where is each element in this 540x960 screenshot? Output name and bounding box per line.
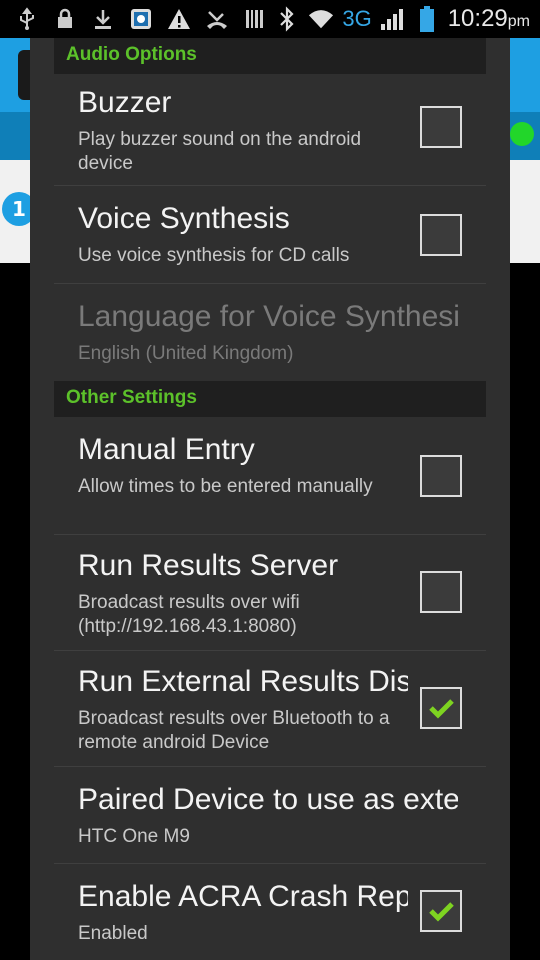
warning-icon [166, 6, 192, 32]
pref-language-voice-synthesis: Language for Voice Synthesis English (Un… [54, 284, 486, 380]
pref-title: Buzzer [78, 86, 172, 119]
run-results-server-checkbox[interactable] [420, 571, 462, 613]
download-icon [90, 6, 116, 32]
lock-icon [52, 6, 78, 32]
pref-summary: English (United Kingdom) [78, 343, 294, 364]
run-external-results-display-checkbox[interactable] [420, 687, 462, 729]
status-bar: 3G 10:29pm [0, 0, 540, 38]
pref-summary: Allow times to be entered manually [78, 476, 373, 497]
pref-paired-device[interactable]: Paired Device to use as external display… [54, 767, 486, 863]
pref-title: Run External Results Display [78, 665, 408, 698]
pref-summary: Broadcast results over wifi (http://192.… [78, 592, 300, 637]
pref-buzzer[interactable]: Buzzer Play buzzer sound on the android … [54, 74, 486, 184]
app-icon [128, 6, 154, 32]
manual-entry-checkbox[interactable] [420, 455, 462, 497]
pref-title: Manual Entry [78, 433, 255, 466]
pref-run-external-results-display[interactable]: Run External Results Display Broadcast r… [54, 651, 486, 766]
pref-summary: HTC One M9 [78, 826, 190, 847]
usb-icon [14, 6, 40, 32]
network-type: 3G [342, 6, 372, 31]
section-header-other-settings: Other Settings [54, 381, 486, 417]
pref-summary: Broadcast results over Bluetooth to a re… [78, 708, 390, 753]
enable-acra-checkbox[interactable] [420, 890, 462, 932]
pref-title: Enable ACRA Crash Reports [78, 880, 408, 913]
pref-voice-synthesis[interactable]: Voice Synthesis Use voice synthesis for … [54, 186, 486, 282]
buzzer-checkbox[interactable] [420, 106, 462, 148]
battery-icon [414, 6, 440, 32]
pref-title: Run Results Server [78, 549, 339, 582]
pref-title: Voice Synthesis [78, 202, 290, 235]
pref-summary: Enabled [78, 923, 148, 944]
signal-icon [380, 6, 406, 32]
pref-summary: Play buzzer sound on the android device [78, 129, 362, 174]
pref-title: Language for Voice Synthesis [78, 300, 458, 333]
voice-synthesis-checkbox[interactable] [420, 214, 462, 256]
clock: 10:29pm [447, 5, 530, 32]
pref-manual-entry[interactable]: Manual Entry Allow times to be entered m… [54, 417, 486, 533]
pref-title: Paired Device to use as external display [78, 783, 458, 816]
settings-dialog: Audio Options Buzzer Play buzzer sound o… [30, 38, 510, 960]
pref-enable-acra[interactable]: Enable ACRA Crash Reports Enabled [54, 864, 486, 960]
check-icon [429, 699, 454, 719]
status-indicator-icon [510, 122, 534, 146]
bluetooth-icon [274, 6, 300, 32]
pref-summary: Use voice synthesis for CD calls [78, 245, 350, 266]
missed-call-icon [204, 6, 230, 32]
pref-run-results-server[interactable]: Run Results Server Broadcast results ove… [54, 535, 486, 650]
wifi-icon [308, 6, 334, 32]
barcode-icon [242, 6, 268, 32]
section-header-audio-options: Audio Options [54, 38, 486, 74]
check-icon [429, 902, 454, 922]
